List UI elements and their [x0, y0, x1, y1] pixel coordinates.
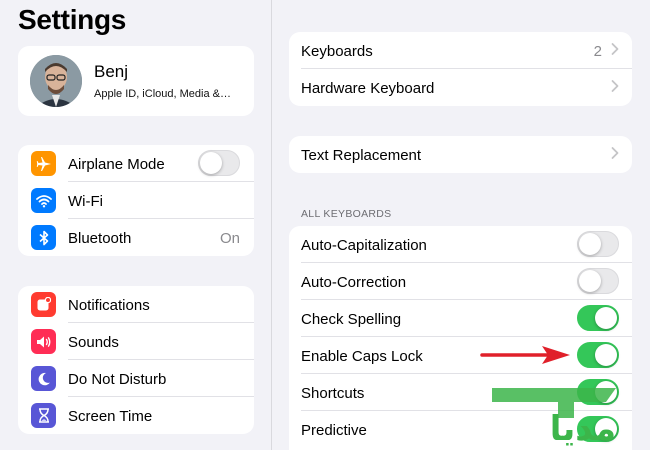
hardware-keyboard-row[interactable]: Hardware Keyboard — [289, 69, 632, 106]
sidebar-item-sounds[interactable]: Sounds — [18, 323, 254, 360]
keyboards-count: 2 — [593, 43, 602, 60]
auto-capitalization-row: Auto-Capitalization — [289, 226, 632, 263]
moon-icon — [31, 366, 56, 391]
sidebar: Settings Benj Apple ID, iCloud, Media &…… — [0, 0, 272, 450]
annotation-arrow-icon — [480, 346, 570, 364]
wifi-icon — [31, 188, 56, 213]
profile-card[interactable]: Benj Apple ID, iCloud, Media &… — [18, 46, 254, 116]
sounds-icon — [31, 329, 56, 354]
sidebar-item-airplane-mode[interactable]: Airplane Mode — [18, 145, 254, 182]
chevron-right-icon — [611, 147, 619, 159]
sidebar-item-bluetooth[interactable]: Bluetooth On — [18, 219, 254, 256]
shortcuts-label: Shortcuts — [301, 385, 365, 402]
keyboards-label: Keyboards — [301, 43, 373, 60]
auto-capitalization-label: Auto-Capitalization — [301, 237, 427, 254]
check-spelling-toggle[interactable] — [577, 305, 619, 331]
check-spelling-label: Check Spelling — [301, 311, 402, 328]
chevron-right-icon — [611, 80, 619, 92]
notifications-icon — [31, 292, 56, 317]
sidebar-item-label: Screen Time — [68, 408, 153, 425]
sidebar-item-do-not-disturb[interactable]: Do Not Disturb — [18, 360, 254, 397]
text-replacement-label: Text Replacement — [301, 147, 422, 164]
profile-name: Benj — [94, 62, 129, 81]
bluetooth-status: On — [219, 230, 240, 247]
profile-subtitle: Apple ID, iCloud, Media &… — [94, 88, 231, 100]
sidebar-item-label: Bluetooth — [68, 230, 132, 247]
auto-capitalization-toggle[interactable] — [577, 231, 619, 257]
chevron-right-icon — [611, 43, 619, 55]
hardware-keyboard-label: Hardware Keyboard — [301, 80, 435, 97]
keyboards-group: Keyboards 2 Hardware Keyboard — [289, 32, 632, 106]
section-header-all-keyboards: ALL KEYBOARDS — [301, 208, 392, 220]
connectivity-group: Airplane Mode Wi-Fi Bluetooth On — [18, 145, 254, 256]
enable-caps-lock-toggle[interactable] — [577, 342, 619, 368]
enable-caps-lock-label: Enable Caps Lock — [301, 348, 423, 365]
sidebar-item-label: Notifications — [68, 297, 150, 314]
keyboards-row[interactable]: Keyboards 2 — [289, 32, 632, 69]
watermark-text: مدیا — [550, 409, 616, 446]
predictive-label: Predictive — [301, 422, 367, 439]
auto-correction-label: Auto-Correction — [301, 274, 407, 291]
sidebar-item-label: Wi-Fi — [68, 193, 103, 210]
sidebar-item-screen-time[interactable]: Screen Time — [18, 397, 254, 434]
notifications-group: Notifications Sounds Do Not Disturb Scre… — [18, 286, 254, 434]
watermark-logo: مدیا — [492, 388, 616, 446]
bluetooth-icon — [31, 225, 56, 250]
hourglass-icon — [31, 403, 56, 428]
sidebar-title: Settings — [18, 4, 127, 35]
sidebar-item-label: Airplane Mode — [68, 156, 165, 173]
sidebar-item-notifications[interactable]: Notifications — [18, 286, 254, 323]
sidebar-item-wifi[interactable]: Wi-Fi — [18, 182, 254, 219]
avatar — [30, 55, 82, 107]
airplane-icon — [31, 151, 56, 176]
auto-correction-toggle[interactable] — [577, 268, 619, 294]
enable-caps-lock-row: Enable Caps Lock — [289, 337, 632, 374]
sidebar-item-label: Sounds — [68, 334, 119, 351]
sidebar-item-label: Do Not Disturb — [68, 371, 167, 388]
text-replacement-group: Text Replacement — [289, 136, 632, 173]
auto-correction-row: Auto-Correction — [289, 263, 632, 300]
check-spelling-row: Check Spelling — [289, 300, 632, 337]
text-replacement-row[interactable]: Text Replacement — [289, 136, 632, 173]
airplane-mode-toggle[interactable] — [198, 150, 240, 176]
